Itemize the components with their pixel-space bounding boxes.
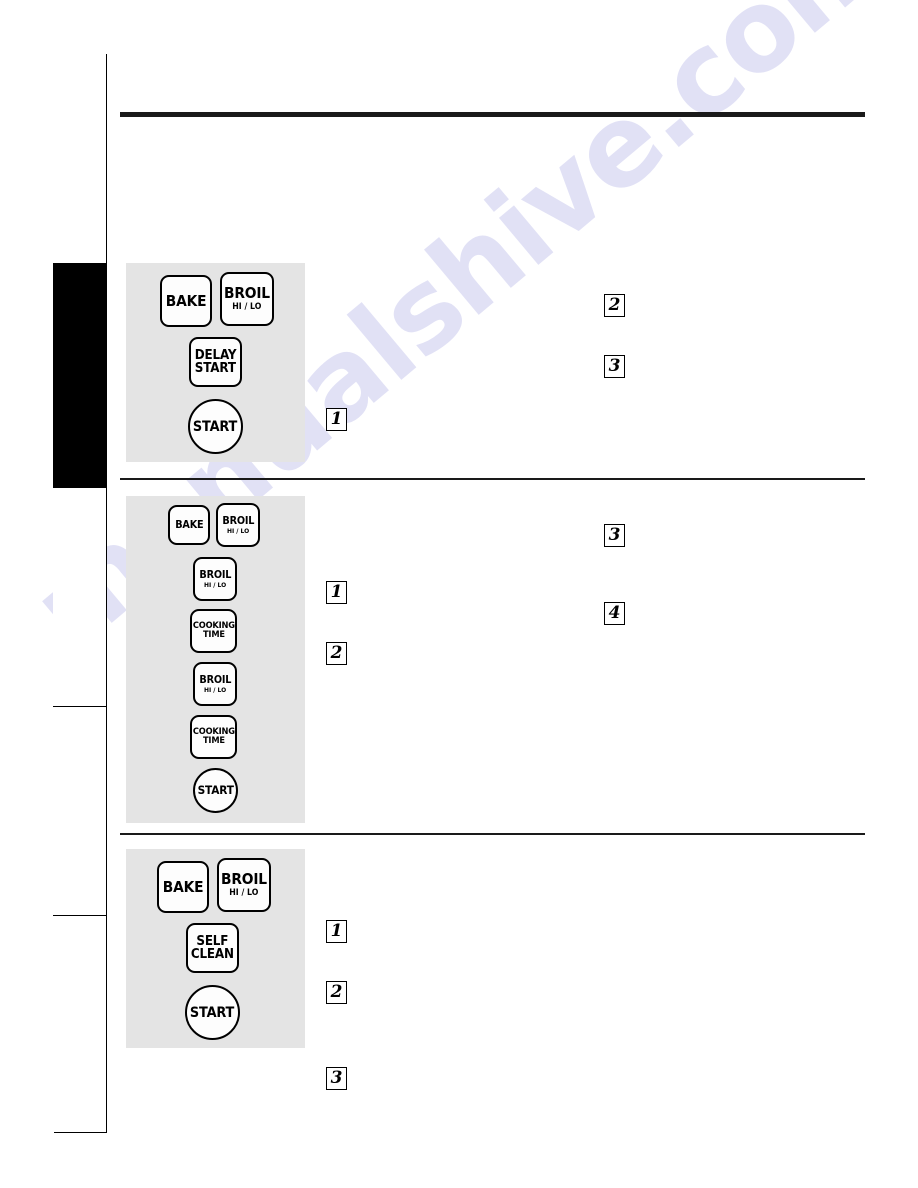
top-rule bbox=[120, 112, 865, 117]
broil-hi-lo-button[interactable]: BROIL HI / LO bbox=[220, 272, 274, 326]
section-rule-2 bbox=[120, 833, 865, 835]
broil-button-label: BROIL bbox=[222, 514, 254, 527]
sidebar-tab-0[interactable] bbox=[53, 53, 107, 264]
delay-start-button[interactable]: DELAY START bbox=[189, 337, 242, 387]
sidebar-tab-1-active[interactable] bbox=[53, 263, 107, 487]
step-marker-1-2: 2 bbox=[604, 294, 625, 317]
bake-button-label: BAKE bbox=[174, 518, 204, 531]
cooking-time-line2: TIME bbox=[202, 736, 225, 746]
sidebar-tab-2[interactable] bbox=[53, 487, 107, 706]
bake-button-label: BAKE bbox=[165, 291, 207, 310]
delay-start-line2: START bbox=[194, 361, 236, 376]
broil-hi-lo-sublabel: HI / LO bbox=[226, 527, 250, 535]
start-button[interactable]: START bbox=[193, 768, 238, 813]
cooking-time-button[interactable]: COOKING TIME bbox=[190, 609, 237, 653]
site-watermark: manualshive.com bbox=[8, 0, 914, 675]
step-marker-2-2: 2 bbox=[326, 642, 347, 665]
bake-button[interactable]: BAKE bbox=[157, 861, 209, 913]
cooking-time-line2: TIME bbox=[202, 630, 225, 640]
broil-hi-lo-button[interactable]: BROIL HI / LO bbox=[193, 662, 237, 706]
broil-hi-lo-sublabel: HI / LO bbox=[232, 302, 262, 313]
step-marker-3-3: 3 bbox=[326, 1067, 347, 1090]
broil-button-label: BROIL bbox=[224, 284, 270, 303]
broil-hi-lo-sublabel: HI / LO bbox=[229, 888, 259, 899]
broil-hi-lo-sublabel: HI / LO bbox=[203, 581, 227, 589]
section-tab-strip bbox=[53, 53, 107, 1133]
start-button-label: START bbox=[190, 1004, 235, 1021]
oven-control-panel-1: BAKE BROIL HI / LO DELAY START START bbox=[126, 263, 305, 462]
oven-control-panel-3: BAKE BROIL HI / LO SELF CLEAN START bbox=[126, 849, 305, 1048]
start-button[interactable]: START bbox=[185, 985, 240, 1040]
self-clean-button[interactable]: SELF CLEAN bbox=[186, 923, 239, 973]
step-marker-1-3: 3 bbox=[604, 355, 625, 378]
broil-button-label: BROIL bbox=[221, 870, 267, 889]
sidebar-tab-3[interactable] bbox=[53, 706, 107, 915]
self-clean-line2: CLEAN bbox=[191, 947, 234, 962]
section-rule-1 bbox=[120, 478, 865, 480]
step-marker-2-3: 3 bbox=[604, 524, 625, 547]
oven-control-panel-2: BAKE BROIL HI / LO BROIL HI / LO COOKING… bbox=[126, 496, 305, 823]
start-button-label: START bbox=[193, 418, 238, 435]
step-marker-3-2: 2 bbox=[326, 981, 347, 1004]
step-marker-3-1: 1 bbox=[326, 920, 347, 943]
broil-button-label: BROIL bbox=[199, 673, 231, 686]
step-marker-1-1: 1 bbox=[326, 408, 347, 431]
broil-hi-lo-button[interactable]: BROIL HI / LO bbox=[217, 858, 271, 912]
start-button-label: START bbox=[197, 782, 234, 797]
step-marker-2-4: 4 bbox=[604, 602, 625, 625]
bake-button-label: BAKE bbox=[162, 877, 204, 896]
broil-hi-lo-sublabel: HI / LO bbox=[203, 686, 227, 694]
manual-page: manualshive.com BAKE BROIL HI / LO DELAY… bbox=[0, 0, 918, 1188]
start-button[interactable]: START bbox=[188, 399, 243, 454]
broil-hi-lo-button[interactable]: BROIL HI / LO bbox=[216, 503, 260, 547]
sidebar-tab-4[interactable] bbox=[53, 915, 107, 1132]
bake-button[interactable]: BAKE bbox=[168, 505, 210, 545]
bake-button[interactable]: BAKE bbox=[160, 275, 212, 327]
step-marker-2-1: 1 bbox=[326, 581, 347, 604]
cooking-time-button[interactable]: COOKING TIME bbox=[190, 715, 237, 759]
broil-button-label: BROIL bbox=[199, 568, 231, 581]
broil-hi-lo-button[interactable]: BROIL HI / LO bbox=[193, 557, 237, 601]
